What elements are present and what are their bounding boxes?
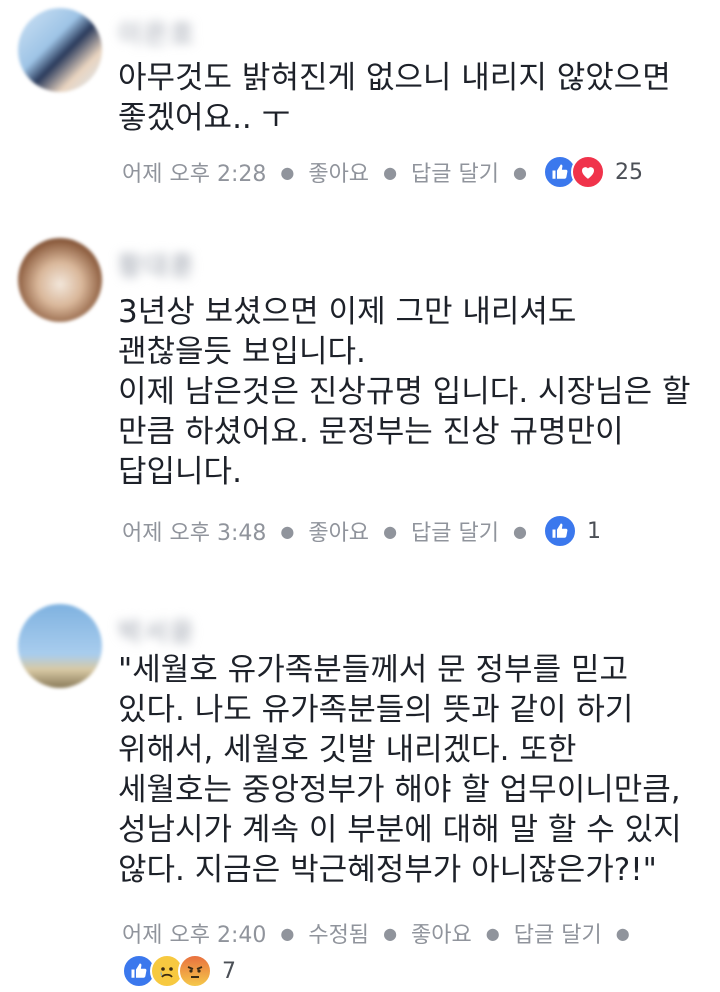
separator-dot: ●: [383, 923, 398, 943]
timestamp[interactable]: 어제 오후 3:48: [122, 515, 266, 547]
author-name[interactable]: 이은호: [118, 14, 218, 50]
separator-dot: ●: [280, 162, 295, 182]
avatar[interactable]: [18, 604, 102, 688]
reactions[interactable]: 25: [542, 155, 643, 189]
separator-dot: ●: [383, 521, 398, 541]
like-reaction-icon: [542, 514, 577, 548]
separator-dot: ●: [615, 923, 630, 943]
angry-reaction-icon: [178, 954, 212, 988]
author-name[interactable]: 황대훈: [118, 246, 218, 282]
reactions[interactable]: 7: [122, 954, 236, 988]
separator-dot: ●: [513, 521, 527, 541]
reply-button[interactable]: 답글 달기: [411, 156, 499, 188]
separator-dot: ●: [485, 923, 500, 943]
like-button[interactable]: 좋아요: [308, 156, 369, 188]
separator-dot: ●: [383, 162, 398, 182]
timestamp[interactable]: 어제 오후 2:40: [122, 917, 266, 949]
love-reaction-icon: [570, 155, 605, 189]
separator-dot: ●: [280, 521, 295, 541]
reaction-count: 1: [586, 518, 601, 544]
author-name[interactable]: 박서윤: [118, 612, 218, 648]
reaction-count: 25: [614, 159, 643, 185]
comment-meta: 어제 오후 2:40 ● 수정됨 ● 좋아요 ● 답글 달기 ●: [122, 915, 644, 951]
reply-button[interactable]: 답글 달기: [514, 917, 602, 949]
reactions[interactable]: 1: [542, 514, 601, 548]
comment-text: 3년상 보셨으면 이제 그만 내리셔도 괜찮을듯 보입니다. 이제 남은것은 진…: [118, 294, 691, 490]
like-button[interactable]: 좋아요: [411, 917, 472, 949]
like-button[interactable]: 좋아요: [308, 515, 369, 547]
comment-text: "세월호 유가족분들께서 문 정부를 믿고 있다. 나도 유가족분들의 뜻과 같…: [118, 652, 682, 888]
separator-dot: ●: [280, 923, 295, 943]
reply-button[interactable]: 답글 달기: [411, 515, 499, 547]
edited-label[interactable]: 수정됨: [308, 917, 369, 949]
avatar[interactable]: [18, 8, 102, 92]
reaction-count: 7: [222, 958, 236, 984]
separator-dot: ●: [513, 162, 527, 182]
comment-meta: 어제 오후 2:28 ● 좋아요 ● 답글 달기 ● 25: [122, 154, 643, 190]
comment-meta: 어제 오후 3:48 ● 좋아요 ● 답글 달기 ● 1: [122, 513, 601, 549]
comment-text: 아무것도 밝혀진게 없으니 내리지 않았으면 좋겠어요.. ㅜ: [118, 60, 671, 136]
avatar[interactable]: [18, 238, 102, 322]
timestamp[interactable]: 어제 오후 2:28: [122, 156, 266, 188]
